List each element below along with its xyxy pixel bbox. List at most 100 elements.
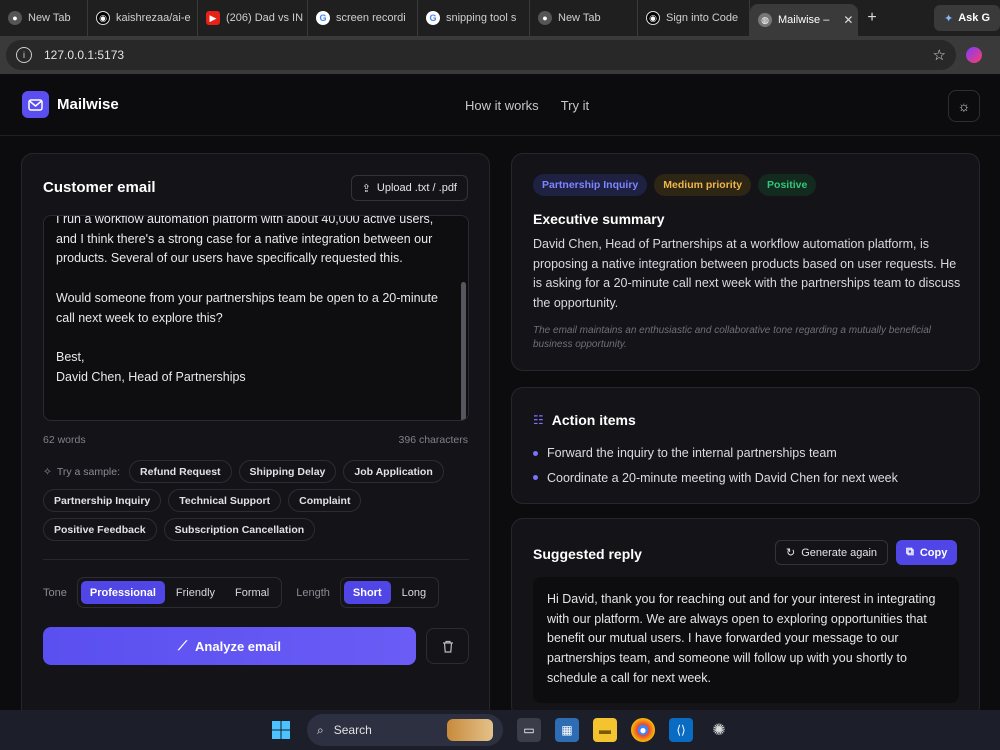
- sample-chip[interactable]: Complaint: [288, 489, 362, 512]
- bullet: [533, 475, 538, 481]
- bookmark-star-icon[interactable]: ☆: [933, 46, 946, 64]
- length-option-short[interactable]: Short: [343, 581, 391, 604]
- tag-list: Partnership Inquiry Medium priority Posi…: [533, 174, 817, 196]
- new-tab-button[interactable]: +: [858, 9, 886, 27]
- summary-text: David Chen, Head of Partnerships at a wo…: [533, 237, 961, 311]
- summary-card: Partnership Inquiry Medium priority Posi…: [511, 153, 980, 371]
- sparkle-icon: ✦: [943, 12, 954, 25]
- nav-how-it-works[interactable]: How it works: [465, 98, 539, 113]
- summary-title: Executive summary: [533, 211, 665, 227]
- google-icon: G: [316, 11, 330, 25]
- chrome-icon: ●: [538, 11, 552, 25]
- card-title: Customer email: [43, 179, 156, 196]
- tone-label: Tone: [43, 586, 67, 599]
- tone-note: The email maintains an enthusiastic and …: [533, 325, 932, 350]
- action-items-card: ☷ Action items Forward the inquiry to th…: [511, 387, 980, 504]
- browser-tab-active[interactable]: ◍ Mailwise – ✕: [750, 4, 858, 36]
- browser-tab[interactable]: Gsnipping tool s: [418, 0, 530, 36]
- nav-try-it[interactable]: Try it: [561, 98, 589, 113]
- email-paragraph: I run a workflow automation platform wit…: [56, 215, 434, 266]
- brand-name[interactable]: Mailwise: [57, 96, 119, 113]
- tone-option-formal[interactable]: Formal: [226, 581, 278, 604]
- chrome-icon[interactable]: ●: [631, 718, 655, 742]
- clear-button[interactable]: [426, 628, 469, 664]
- checklist-icon: ☷: [533, 413, 544, 427]
- search-highlight-image: [447, 719, 493, 741]
- task-view-icon[interactable]: ▭: [517, 718, 541, 742]
- app: Mailwise How it works Try it ☼ Customer …: [0, 74, 1000, 723]
- trash-icon: [442, 640, 453, 653]
- word-count: 62 words: [43, 434, 86, 446]
- browser-tab[interactable]: ● New Tab: [530, 0, 638, 36]
- length-option-long[interactable]: Long: [393, 581, 435, 604]
- copy-button[interactable]: ⧉ Copy: [896, 540, 958, 565]
- options-row: Tone Professional Friendly Formal Length…: [43, 577, 440, 608]
- tone-selector: Professional Friendly Formal: [76, 577, 283, 608]
- bullet: [533, 450, 538, 456]
- length-label: Length: [296, 586, 330, 599]
- address-bar-row: i 127.0.0.1:5173 ☆: [0, 36, 1000, 74]
- top-nav: Mailwise How it works Try it ☼: [0, 74, 1000, 136]
- suggested-reply-card: Suggested reply ↻ Generate again ⧉ Copy Hi…: [511, 518, 980, 718]
- email-textarea[interactable]: I run a workflow automation platform wit…: [43, 215, 469, 421]
- generate-again-button[interactable]: ↻ Generate again: [775, 540, 889, 565]
- browser-tab[interactable]: ◉ kaishrezaa/ai-e: [88, 0, 198, 36]
- ask-gemini-button[interactable]: ✦ Ask G: [933, 5, 1000, 31]
- sentiment-tag: Positive: [758, 174, 817, 196]
- textarea-scrollbar[interactable]: [461, 282, 466, 420]
- youtube-icon: ▶: [206, 11, 220, 25]
- category-tag: Partnership Inquiry: [533, 174, 648, 196]
- length-selector: Short Long: [339, 577, 440, 608]
- browser-tab[interactable]: ▶ (206) Dad vs IN: [198, 0, 308, 36]
- upload-icon: ⇪: [361, 182, 371, 195]
- tone-option-professional[interactable]: Professional: [80, 581, 165, 604]
- email-paragraph: Best, David Chen, Head of Partnerships: [56, 349, 246, 384]
- action-items-header: ☷ Action items: [533, 412, 636, 428]
- mail-icon: [22, 91, 49, 118]
- taskbar: ⌕ Search ▭ ▦ ▬ ● ⟨⟩ ✺: [0, 710, 1000, 750]
- browser-tab[interactable]: Gscreen recordi: [308, 0, 418, 36]
- sample-chip[interactable]: Positive Feedback: [43, 518, 157, 541]
- reply-title: Suggested reply: [533, 546, 642, 562]
- upload-button[interactable]: ⇪ Upload .txt / .pdf: [350, 175, 468, 201]
- reply-text[interactable]: Hi David, thank you for reaching out and…: [533, 577, 959, 703]
- search-icon: ⌕: [317, 722, 324, 737]
- chatgpt-icon[interactable]: ✺: [707, 718, 731, 742]
- github-icon: ◉: [646, 11, 660, 25]
- email-input-card: Customer email ⇪ Upload .txt / .pdf I run…: [21, 153, 490, 723]
- vscode-icon[interactable]: ⟨⟩: [669, 718, 693, 742]
- close-tab-icon[interactable]: ✕: [843, 13, 853, 27]
- globe-icon: ◍: [758, 13, 772, 27]
- windows-start-icon[interactable]: [269, 718, 293, 742]
- divider: [43, 559, 469, 560]
- google-icon: G: [426, 11, 440, 25]
- sample-chip[interactable]: Refund Request: [129, 460, 232, 483]
- analyze-email-button[interactable]: ⟋ Analyze email: [43, 627, 416, 665]
- sample-chip[interactable]: Technical Support: [168, 489, 282, 512]
- action-item: Forward the inquiry to the internal part…: [533, 441, 898, 466]
- magic-wand-icon: ⟋: [177, 638, 188, 653]
- browser-tab[interactable]: ● New Tab: [0, 0, 88, 36]
- sample-chip[interactable]: Shipping Delay: [238, 460, 337, 483]
- taskbar-search[interactable]: ⌕ Search: [307, 714, 503, 746]
- profile-icon[interactable]: [966, 47, 982, 63]
- sample-chip[interactable]: Subscription Cancellation: [163, 518, 316, 541]
- refresh-icon: ↻: [786, 547, 796, 559]
- sample-chip[interactable]: Partnership Inquiry: [43, 489, 162, 512]
- file-explorer-icon[interactable]: ▬: [593, 718, 617, 742]
- sample-label: ✧ Try a sample:: [43, 465, 121, 478]
- sun-icon: ☼: [957, 98, 971, 114]
- browser-tab[interactable]: ◉ Sign into Code: [638, 0, 750, 36]
- site-info-icon[interactable]: i: [16, 47, 32, 63]
- sparkle-icon: ✧: [43, 465, 52, 478]
- widgets-icon[interactable]: ▦: [555, 718, 579, 742]
- sample-chip[interactable]: Job Application: [343, 460, 444, 483]
- tone-option-friendly[interactable]: Friendly: [167, 581, 224, 604]
- copy-icon: ⧉: [906, 546, 914, 558]
- address-bar[interactable]: i 127.0.0.1:5173 ☆: [6, 40, 956, 70]
- chrome-icon: ●: [8, 11, 22, 25]
- action-item: Coordinate a 20-minute meeting with Davi…: [533, 466, 898, 491]
- theme-toggle-button[interactable]: ☼: [948, 90, 980, 122]
- action-items-list: Forward the inquiry to the internal part…: [533, 441, 898, 490]
- email-paragraph: Would someone from your partnerships tea…: [56, 290, 438, 325]
